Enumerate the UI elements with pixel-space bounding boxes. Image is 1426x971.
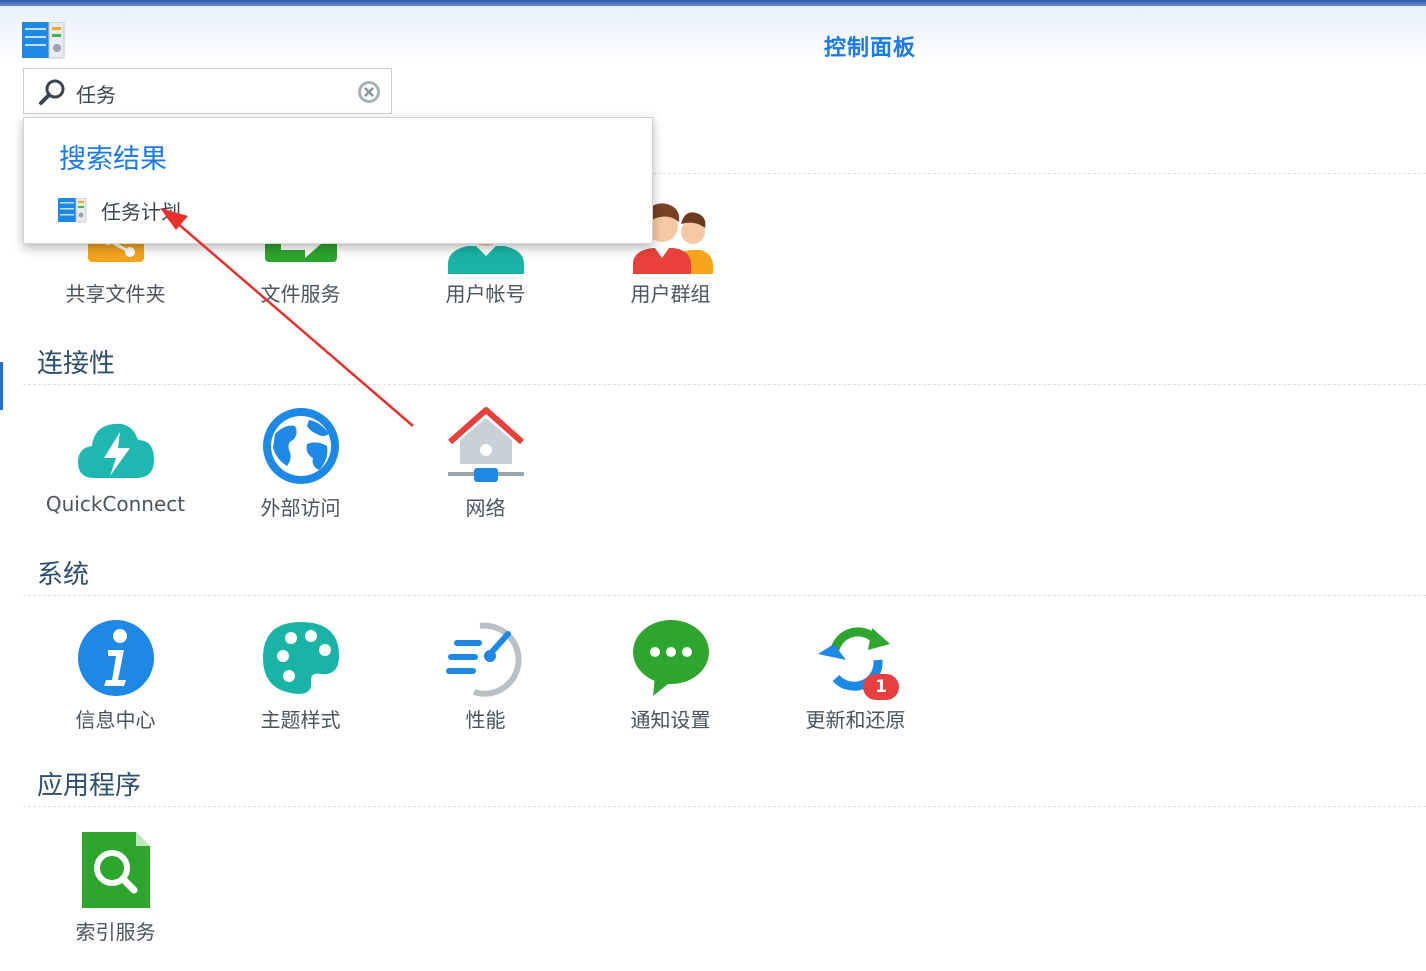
section-title-connectivity: 连接性 <box>37 349 116 379</box>
search-results-dropdown: 搜索结果 任务计划 <box>23 117 653 244</box>
search-results-title: 搜索结果 <box>59 144 167 175</box>
notification-icon <box>632 620 709 696</box>
task-scheduler-icon <box>58 198 87 223</box>
item-label: 文件服务 <box>260 282 341 306</box>
item-label: 性能 <box>465 708 506 732</box>
external-access-item[interactable]: 外部访问 <box>208 404 393 521</box>
info-center-item[interactable]: 信息中心 <box>23 616 208 733</box>
search-icon <box>39 79 65 105</box>
performance-item[interactable]: 性能 <box>393 616 578 733</box>
item-label: 用户帐号 <box>445 282 526 306</box>
item-label: 共享文件夹 <box>65 282 166 306</box>
performance-icon <box>445 622 522 697</box>
item-label: 更新和还原 <box>805 708 906 732</box>
section-title-system: 系统 <box>37 560 90 590</box>
item-label: 信息中心 <box>75 708 156 732</box>
item-label: 用户群组 <box>630 282 711 306</box>
notification-item[interactable]: 通知设置 <box>578 616 763 733</box>
item-label: 主题样式 <box>260 708 341 732</box>
window-title: 控制面板 <box>823 36 916 61</box>
indexing-service-item[interactable]: 索引服务 <box>23 828 208 945</box>
window-edge-indicator <box>0 362 3 410</box>
item-label: QuickConnect <box>45 492 186 516</box>
network-item[interactable]: 网络 <box>393 404 578 521</box>
info-center-icon <box>77 620 154 696</box>
search-field[interactable]: 任务 <box>23 68 392 114</box>
theme-item[interactable]: 主题样式 <box>208 616 393 733</box>
section-divider <box>23 595 1426 596</box>
search-input[interactable]: 任务 <box>76 79 116 108</box>
item-label: 通知设置 <box>630 708 711 732</box>
item-label: 外部访问 <box>260 496 341 520</box>
clear-icon[interactable] <box>357 80 381 104</box>
section-title-applications: 应用程序 <box>37 771 142 801</box>
network-icon <box>447 407 524 482</box>
external-access-icon <box>262 408 339 484</box>
update-badge: 1 <box>863 674 899 700</box>
theme-icon <box>262 622 339 694</box>
quickconnect-icon <box>77 423 154 478</box>
title-bar: 控制面板 <box>0 6 1426 64</box>
search-result-label: 任务计划 <box>101 200 181 224</box>
quickconnect-item[interactable]: QuickConnect <box>23 404 208 516</box>
update-restore-item[interactable]: 更新和还原 1 <box>763 616 948 733</box>
item-label: 网络 <box>465 496 506 520</box>
search-result-task-scheduler[interactable]: 任务计划 <box>58 196 258 226</box>
item-label: 索引服务 <box>75 920 156 944</box>
section-divider <box>23 806 1426 807</box>
section-divider <box>23 384 1426 385</box>
indexing-service-icon <box>81 832 150 908</box>
